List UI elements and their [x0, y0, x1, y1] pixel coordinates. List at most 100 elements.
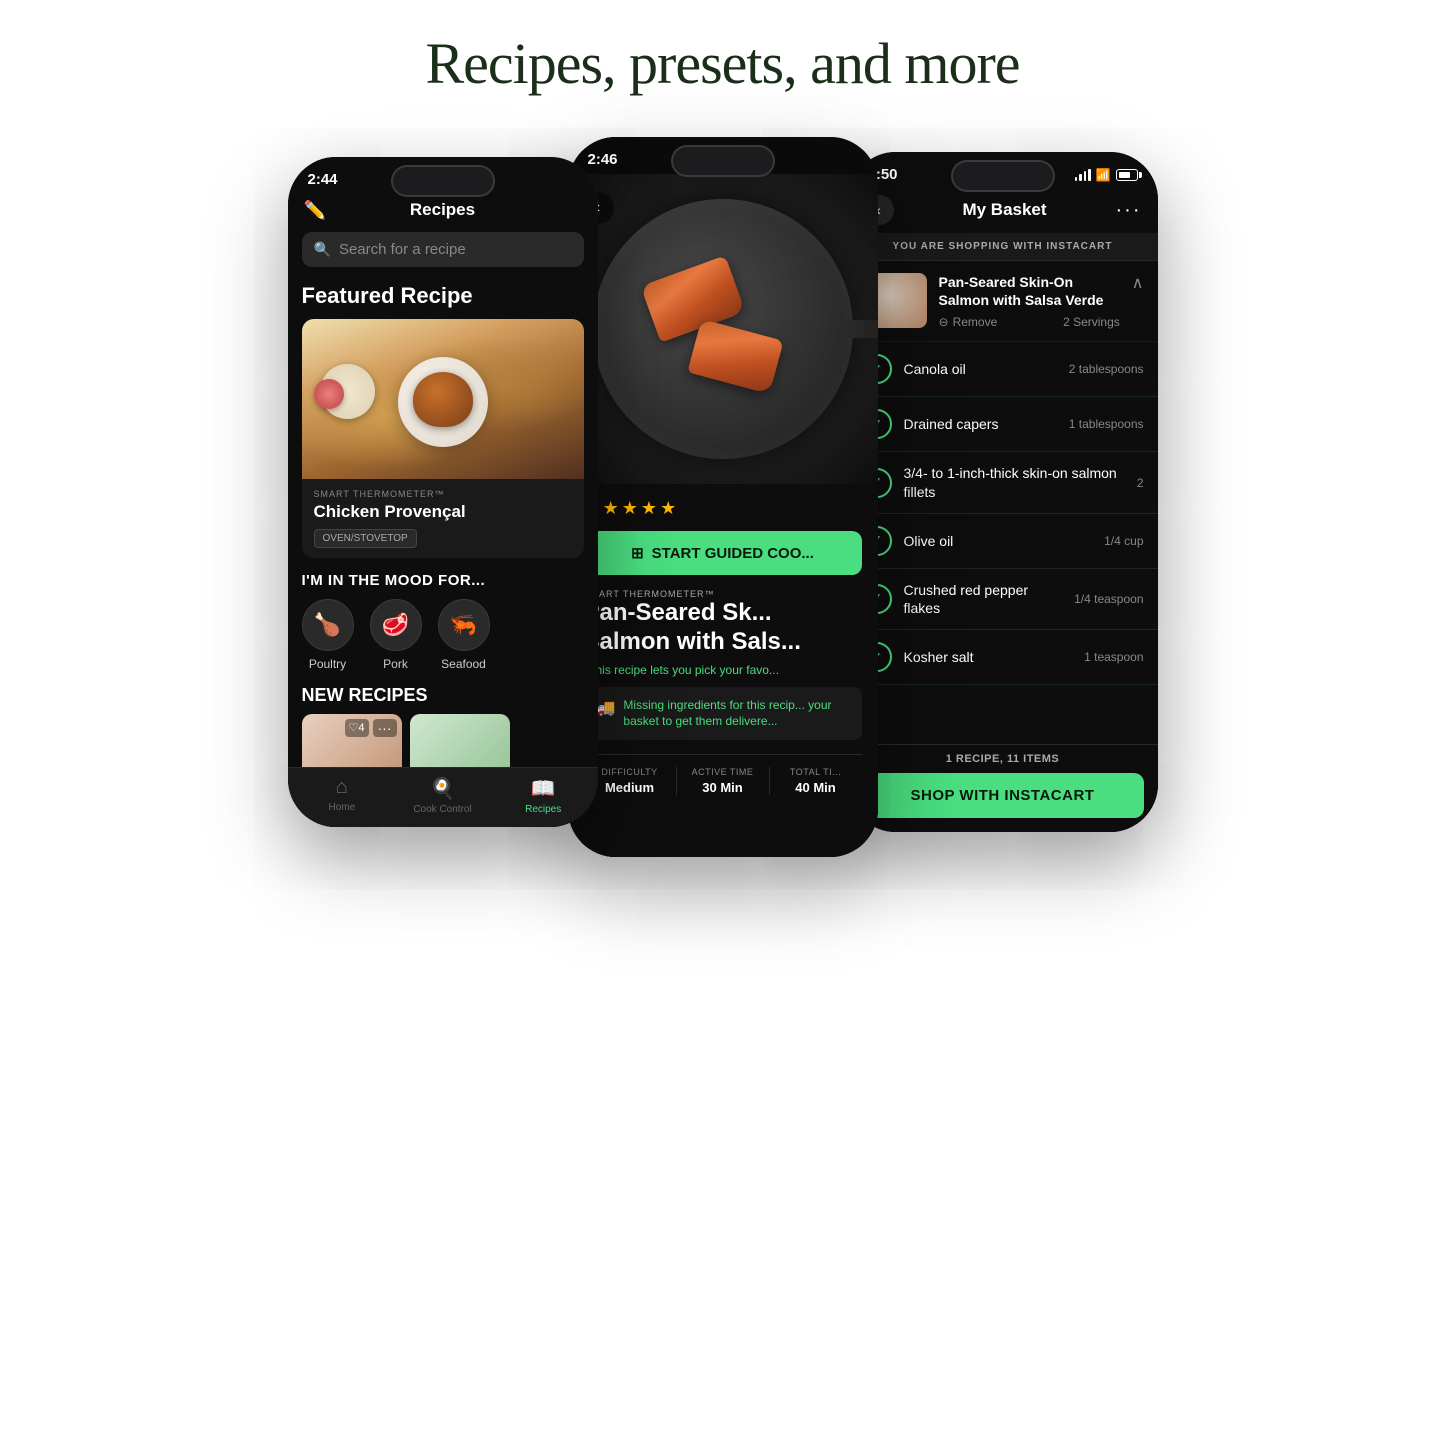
search-bar[interactable]: 🔍 Search for a recipe: [302, 232, 584, 267]
delivery-text: Missing ingredients for this recip... yo…: [623, 697, 849, 731]
mood-items: 🍗 Poultry 🥩 Pork 🦐 Seafood: [302, 599, 584, 671]
instacart-banner: YOU ARE SHOPPING WITH INSTACART: [848, 233, 1158, 261]
recipe-name-section: SMART THERMOMETER™ Pan-Seared Sk... Salm…: [584, 589, 862, 677]
wifi-icon: 📶: [1096, 168, 1111, 182]
pan-shape: [593, 199, 853, 459]
active-time-value: 30 Min: [677, 780, 769, 795]
mood-item-poultry[interactable]: 🍗 Poultry: [302, 599, 354, 671]
food-decoration: [413, 372, 473, 427]
recipe-note: *This recipe lets you pick your favo...: [584, 663, 862, 677]
ingredient-name-5: Crushed red pepper flakes: [904, 581, 1063, 617]
ingredient-amount-4: 1/4 cup: [1104, 534, 1143, 548]
phones-container: 2:44 ✏️ Recipes 🔍 Search for a recipe Fe…: [173, 137, 1273, 857]
ingredient-row-capers: ✓ Drained capers 1 tablespoons: [848, 397, 1158, 452]
new-recipe-card-2[interactable]: [410, 714, 510, 767]
featured-recipe-name: Chicken Provençal: [314, 502, 572, 522]
star-4: ★: [641, 498, 657, 519]
dynamic-island-3: [953, 162, 1053, 190]
remove-row: ⊖ Remove 2 Servings: [939, 315, 1120, 329]
more-options-button[interactable]: ···: [1116, 199, 1142, 222]
recipes-nav-icon: 📖: [531, 776, 556, 801]
mood-item-pork[interactable]: 🥩 Pork: [370, 599, 422, 671]
stars-rating: ★ ★ ★ ★ ★: [584, 498, 862, 519]
smart-thermo-label: SMART THERMOMETER™: [314, 489, 572, 499]
ingredient-row-canola-oil: ✓ Canola oil 2 tablespoons: [848, 342, 1158, 397]
card-actions-1: ♡4 ···: [345, 719, 397, 737]
poultry-icon: 🍗: [302, 599, 354, 651]
featured-recipe-info: SMART THERMOMETER™ Chicken Provençal OVE…: [302, 479, 584, 558]
page-title: Recipes, presets, and more: [425, 30, 1019, 97]
start-guided-cooking-button[interactable]: ⊞ START GUIDED COO...: [584, 531, 862, 575]
more-options-icon[interactable]: ···: [373, 719, 397, 737]
heart-icon[interactable]: ♡4: [345, 719, 369, 737]
ingredient-amount-3: 2: [1137, 476, 1144, 490]
start-cooking-label: START GUIDED COO...: [652, 545, 814, 562]
edit-icon[interactable]: ✏️: [304, 200, 326, 221]
minus-icon: ⊖: [939, 315, 949, 329]
ingredient-row-kosher-salt: ✓ Kosher salt 1 teaspoon: [848, 630, 1158, 685]
chevron-up-icon[interactable]: ∧: [1132, 273, 1144, 293]
ingredient-name-2: Drained capers: [904, 415, 1057, 433]
cooking-method-tag: OVEN/STOVETOP: [314, 529, 417, 548]
ingredient-name-4: Olive oil: [904, 532, 1093, 550]
total-time-label: TOTAL TI...: [770, 767, 862, 777]
new-recipe-card-1[interactable]: ♡4 ···: [302, 714, 402, 767]
featured-recipe-image: [302, 319, 584, 479]
dynamic-island-1: [393, 167, 493, 195]
nav-recipes[interactable]: 📖 Recipes: [493, 776, 594, 815]
ingredient-amount-2: 1 tablespoons: [1069, 417, 1144, 431]
delivery-notice: 🚚 Missing ingredients for this recip... …: [584, 687, 862, 741]
ingredient-row-red-pepper: ✓ Crushed red pepper flakes 1/4 teaspoon: [848, 569, 1158, 630]
battery-fill: [1119, 172, 1130, 178]
pan-handle: [843, 320, 878, 338]
recipe-title-large: Pan-Seared Sk... Salmon with Sals...: [584, 599, 862, 657]
ingredient-row-salmon: ✓ 3/4- to 1-inch-thick skin-on salmon fi…: [848, 452, 1158, 513]
hero-image: [568, 174, 878, 484]
star-3: ★: [622, 498, 638, 519]
pan-background: [568, 174, 878, 484]
basket-recipe-row: Pan-Seared Skin-On Salmon with Salsa Ver…: [848, 261, 1158, 342]
delivery-truck-icon: 🚚: [596, 698, 616, 718]
star-2: ★: [603, 498, 619, 519]
signal-icon: [1075, 169, 1091, 181]
recipe-meta-row: DIFFICULTY Medium ACTIVE TIME 30 Min TOT…: [584, 754, 862, 795]
phone-1-screen: 2:44 ✏️ Recipes 🔍 Search for a recipe Fe…: [288, 157, 598, 827]
pork-icon: 🥩: [370, 599, 422, 651]
ingredient-amount-6: 1 teaspoon: [1084, 650, 1143, 664]
recipes-nav-label: Recipes: [525, 804, 561, 815]
dynamic-island-2: [673, 147, 773, 175]
total-time-value: 40 Min: [770, 780, 862, 795]
basket-title: My Basket: [962, 200, 1046, 220]
nav-home[interactable]: ⌂ Home: [292, 776, 393, 815]
search-placeholder: Search for a recipe: [339, 241, 466, 258]
bottom-nav: ⌂ Home 🍳 Cook Control 📖 Recipes: [288, 767, 598, 827]
nav-cook-control[interactable]: 🍳 Cook Control: [392, 776, 493, 815]
seafood-label: Seafood: [441, 657, 486, 671]
servings-text: 2 Servings: [1063, 315, 1120, 329]
pork-label: Pork: [383, 657, 408, 671]
home-nav-label: Home: [328, 802, 355, 813]
featured-recipe-card[interactable]: SMART THERMOMETER™ Chicken Provençal OVE…: [302, 319, 584, 558]
phone1-content: Featured Recipe SMART THERMOMETER™ Chick…: [288, 277, 598, 767]
new-recipes-row: ♡4 ···: [302, 714, 584, 767]
shop-instacart-button[interactable]: SHOP WITH INSTACART: [862, 773, 1144, 818]
total-time-meta: TOTAL TI... 40 Min: [770, 767, 862, 795]
phone-3-screen: 2:50 📶 ‹ My Basket ··· YOU ARE SHO: [848, 152, 1158, 832]
remove-button[interactable]: ⊖ Remove: [939, 315, 998, 329]
phone1-header: ✏️ Recipes: [288, 194, 598, 228]
cook-control-icon: 🍳: [430, 776, 455, 801]
battery-icon: [1116, 169, 1138, 181]
phone3-header: ‹ My Basket ···: [848, 189, 1158, 233]
ingredient-amount-5: 1/4 teaspoon: [1074, 592, 1143, 606]
phone-3: 2:50 📶 ‹ My Basket ··· YOU ARE SHO: [848, 152, 1158, 832]
ingredient-name-6: Kosher salt: [904, 648, 1073, 666]
mood-section-title: I'M IN THE MOOD FOR...: [302, 572, 584, 589]
items-summary: 1 RECIPE, 11 ITEMS: [848, 745, 1158, 773]
ingredient-row-olive-oil: ✓ Olive oil 1/4 cup: [848, 514, 1158, 569]
mood-item-seafood[interactable]: 🦐 Seafood: [438, 599, 490, 671]
smart-thermo-sm: SMART THERMOMETER™: [584, 589, 862, 599]
cook-control-nav-label: Cook Control: [413, 804, 471, 815]
active-time-label: ACTIVE TIME: [677, 767, 769, 777]
recipes-title: Recipes: [410, 200, 475, 220]
basket-recipe-info: Pan-Seared Skin-On Salmon with Salsa Ver…: [939, 273, 1120, 329]
